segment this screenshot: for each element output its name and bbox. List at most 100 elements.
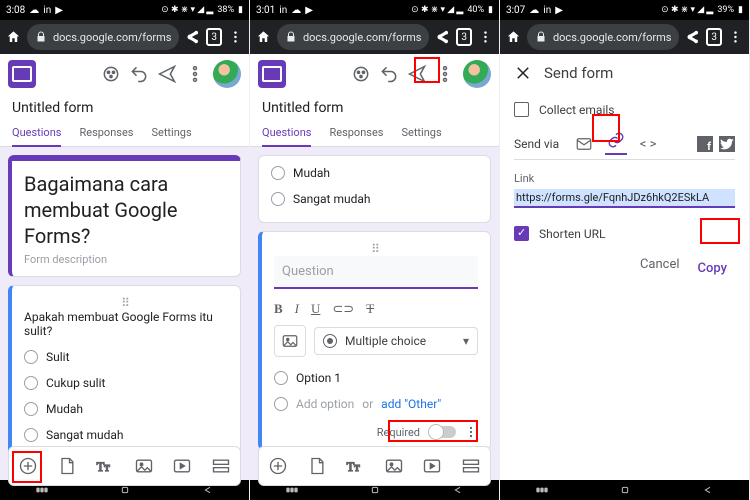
- forms-logo[interactable]: [258, 60, 286, 88]
- forms-header: [0, 54, 249, 94]
- form-title[interactable]: Untitled form: [0, 94, 249, 120]
- form-question-title[interactable]: Bagaimana cara membuat Google Forms?: [24, 171, 228, 249]
- home-nav-icon[interactable]: [117, 485, 133, 495]
- tab-count[interactable]: 3: [706, 28, 722, 46]
- title-card[interactable]: Bagaimana cara membuat Google Forms? For…: [8, 155, 241, 277]
- option-row[interactable]: Sulit: [24, 344, 228, 370]
- add-video-icon[interactable]: [172, 456, 192, 476]
- send-icon[interactable]: [157, 64, 177, 84]
- italic-icon[interactable]: I: [295, 301, 299, 317]
- add-question-icon[interactable]: [18, 456, 38, 476]
- url-bar[interactable]: docs.google.com/forms: [527, 24, 680, 50]
- option-label[interactable]: Option 1: [296, 371, 341, 385]
- prev-question-card[interactable]: Mudah Sangat mudah: [258, 155, 491, 223]
- shorten-url-row[interactable]: Shorten URL: [514, 220, 735, 247]
- add-image-button[interactable]: [274, 325, 306, 357]
- share-icon[interactable]: [685, 28, 700, 46]
- drag-handle-icon[interactable]: ⠿: [24, 296, 228, 310]
- tab-settings[interactable]: Settings: [401, 120, 441, 146]
- option-row[interactable]: Sangat mudah: [24, 422, 228, 448]
- question-input[interactable]: Question: [274, 256, 478, 289]
- add-section-icon[interactable]: [461, 456, 481, 476]
- send-email-tab[interactable]: [573, 133, 595, 155]
- option-row[interactable]: Cukup sulit: [24, 370, 228, 396]
- share-icon[interactable]: [185, 28, 200, 46]
- back-nav-icon[interactable]: [200, 485, 216, 495]
- add-video-icon[interactable]: [422, 456, 442, 476]
- add-title-icon[interactable]: Tт: [345, 456, 365, 476]
- facebook-icon[interactable]: f: [697, 136, 713, 152]
- checkbox-icon[interactable]: [514, 102, 529, 117]
- bold-icon[interactable]: B: [274, 301, 283, 317]
- add-option-row[interactable]: Add option or add "Other": [274, 391, 478, 417]
- question-text[interactable]: Apakah membuat Google Forms itu sulit?: [24, 310, 228, 338]
- add-image-icon[interactable]: [384, 456, 404, 476]
- undo-icon[interactable]: [129, 64, 149, 84]
- add-section-icon[interactable]: [211, 456, 231, 476]
- add-question-icon[interactable]: [268, 456, 288, 476]
- question-card[interactable]: ⠿ Apakah membuat Google Forms itu sulit?…: [8, 285, 241, 459]
- url-bar[interactable]: docs.google.com/forms: [277, 24, 430, 50]
- link-fmt-icon[interactable]: ⊂⊃: [332, 301, 354, 317]
- twitter-icon[interactable]: [719, 136, 735, 152]
- recents-icon[interactable]: [34, 485, 50, 495]
- required-toggle[interactable]: [428, 426, 456, 438]
- form-description[interactable]: Form description: [24, 253, 228, 266]
- more-icon[interactable]: [728, 28, 743, 46]
- add-image-icon[interactable]: [134, 456, 154, 476]
- option-row[interactable]: Mudah: [271, 160, 478, 186]
- add-other-label[interactable]: add "Other": [381, 397, 441, 411]
- clear-fmt-icon[interactable]: T: [366, 301, 374, 317]
- more-icon[interactable]: [478, 28, 493, 46]
- more-icon[interactable]: [228, 28, 243, 46]
- avatar[interactable]: [463, 60, 491, 88]
- option-row[interactable]: Mudah: [24, 396, 228, 422]
- tab-responses[interactable]: Responses: [329, 120, 383, 146]
- copy-button[interactable]: Copy: [690, 257, 735, 280]
- send-link-tab[interactable]: [605, 133, 627, 155]
- home-icon[interactable]: [6, 28, 21, 46]
- active-question-card[interactable]: ⠿ Question B I U ⊂⊃ T Multiple choice ▾ …: [258, 231, 491, 450]
- recents-icon[interactable]: [284, 485, 300, 495]
- drag-handle-icon[interactable]: ⠿: [274, 242, 478, 256]
- close-icon[interactable]: [514, 64, 532, 82]
- back-nav-icon[interactable]: [450, 485, 466, 495]
- home-nav-icon[interactable]: [367, 485, 383, 495]
- link-url-field[interactable]: https://forms.gle/FqnhJDz6hkQ2ESkLA: [514, 189, 735, 208]
- tab-count[interactable]: 3: [206, 28, 222, 46]
- tab-responses[interactable]: Responses: [79, 120, 133, 146]
- home-nav-icon[interactable]: [617, 485, 633, 495]
- add-title-icon[interactable]: Tт: [95, 456, 115, 476]
- tab-questions[interactable]: Questions: [262, 120, 311, 147]
- send-embed-tab[interactable]: < >: [637, 133, 659, 155]
- recents-icon[interactable]: [534, 485, 550, 495]
- tab-questions[interactable]: Questions: [12, 120, 61, 147]
- back-nav-icon[interactable]: [700, 485, 716, 495]
- import-icon[interactable]: [57, 456, 77, 476]
- form-title[interactable]: Untitled form: [250, 94, 499, 120]
- cancel-button[interactable]: Cancel: [640, 257, 680, 280]
- more-vert-icon[interactable]: [435, 64, 455, 84]
- collect-emails-row[interactable]: Collect emails: [514, 96, 735, 123]
- forms-logo[interactable]: [8, 60, 36, 88]
- more-vert-icon[interactable]: [185, 64, 205, 84]
- option-row[interactable]: Option 1: [274, 365, 478, 391]
- theme-icon[interactable]: [351, 64, 371, 84]
- question-type-select[interactable]: Multiple choice ▾: [314, 327, 478, 355]
- import-icon[interactable]: [307, 456, 327, 476]
- home-icon[interactable]: [256, 28, 271, 46]
- send-icon[interactable]: [407, 64, 427, 84]
- add-option-label[interactable]: Add option: [296, 397, 354, 411]
- undo-icon[interactable]: [379, 64, 399, 84]
- tab-count[interactable]: 3: [456, 28, 472, 46]
- url-bar[interactable]: docs.google.com/forms: [27, 24, 180, 50]
- tab-settings[interactable]: Settings: [151, 120, 191, 146]
- theme-icon[interactable]: [101, 64, 121, 84]
- option-row[interactable]: Sangat mudah: [271, 186, 478, 212]
- more-vert-icon[interactable]: [464, 425, 478, 439]
- checkbox-checked-icon[interactable]: [514, 226, 529, 241]
- share-icon[interactable]: [435, 28, 450, 46]
- underline-icon[interactable]: U: [311, 301, 320, 317]
- home-icon[interactable]: [506, 28, 521, 46]
- avatar[interactable]: [213, 60, 241, 88]
